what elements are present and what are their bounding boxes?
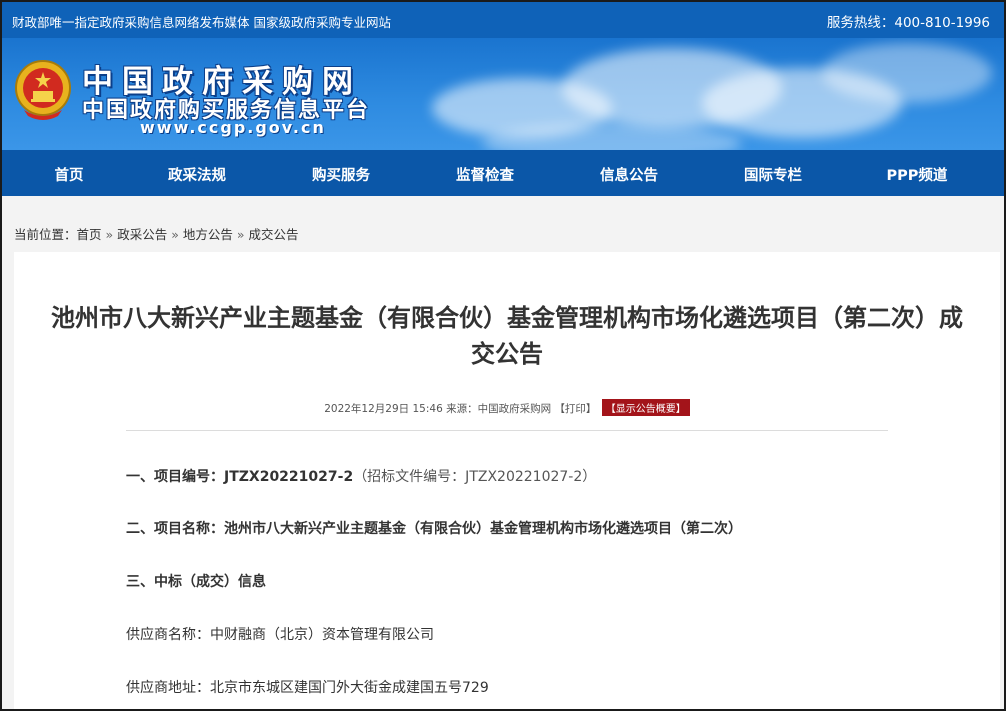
article-meta: 2022年12月29日 15:46 来源：中国政府采购网 【打印】 【显示公告概… [14,399,1000,416]
national-emblem-icon[interactable] [14,58,72,122]
breadcrumb-item-announcements[interactable]: 政采公告 [117,227,167,242]
publish-date: 2022年12月29日 15:46 [324,403,443,415]
breadcrumb-separator: » [105,227,114,242]
print-link[interactable]: 【打印】 [554,403,596,415]
winner-heading: 三、中标（成交）信息 [126,571,266,591]
site-url: www.ccgp.gov.cn [140,118,326,137]
top-info-bar: 财政部唯一指定政府采购信息网络发布媒体 国家级政府采购专业网站 服务热线：400… [2,2,1004,38]
breadcrumb-item-home[interactable]: 首页 [77,227,102,242]
breadcrumb-prefix: 当前位置： [14,227,77,242]
project-name-label: 二、项目名称： [126,521,224,537]
nav-item-international[interactable]: 国际专栏 [744,164,802,185]
breadcrumb: 当前位置：首页» 政采公告» 地方公告» 成交公告 [14,224,299,243]
article-card: 池州市八大新兴产业主题基金（有限合伙）基金管理机构市场化遴选项目（第二次）成交公… [14,252,1000,709]
project-number-value: JTZX20221027-2 [224,469,354,485]
project-name-value: 池州市八大新兴产业主题基金（有限合伙）基金管理机构市场化遴选项目（第二次） [224,521,742,537]
nav-item-purchase-services[interactable]: 购买服务 [312,164,370,185]
article-title: 池州市八大新兴产业主题基金（有限合伙）基金管理机构市场化遴选项目（第二次）成交公… [51,304,963,368]
tender-doc-number: （招标文件编号：JTZX20221027-2） [353,469,597,485]
nav-item-home[interactable]: 首页 [55,164,84,185]
site-banner: 中国政府采购网 中国政府购买服务信息平台 www.ccgp.gov.cn [2,38,1004,150]
project-number-label: 一、项目编号： [126,469,224,485]
breadcrumb-item-local[interactable]: 地方公告 [183,227,233,242]
browser-frame: 财政部唯一指定政府采购信息网络发布媒体 国家级政府采购专业网站 服务热线：400… [0,0,1006,711]
divider [126,430,888,431]
service-hotline: 服务热线：400-810-1996 [826,15,990,31]
cloud-decoration [822,43,992,103]
breadcrumb-separator: » [171,227,179,242]
nav-item-ppp[interactable]: PPP频道 [887,164,948,185]
nav-item-announcements[interactable]: 信息公告 [600,164,658,185]
article-source: 来源：中国政府采购网 [446,403,552,415]
nav-item-regulations[interactable]: 政采法规 [168,164,226,185]
project-name-line: 二、项目名称：池州市八大新兴产业主题基金（有限合伙）基金管理机构市场化遴选项目（… [126,518,742,538]
main-nav: 首页 政采法规 购买服务 监督检查 信息公告 国际专栏 PPP频道 [2,150,1004,196]
supplier-name: 供应商名称：中财融商（北京）资本管理有限公司 [126,627,434,643]
breadcrumb-item-deal[interactable]: 成交公告 [249,227,299,242]
site-slogan: 财政部唯一指定政府采购信息网络发布媒体 国家级政府采购专业网站 [12,15,391,30]
supplier-address: 供应商地址：北京市东城区建国门外大街金成建国五号729 [126,680,489,696]
winner-heading-text: 三、中标（成交）信息 [126,574,266,590]
show-summary-button[interactable]: 【显示公告概要】 [601,399,690,416]
project-number-line: 一、项目编号：JTZX20221027-2（招标文件编号：JTZX2022102… [126,466,596,486]
nav-item-supervision[interactable]: 监督检查 [456,164,514,185]
breadcrumb-separator: » [236,227,245,242]
